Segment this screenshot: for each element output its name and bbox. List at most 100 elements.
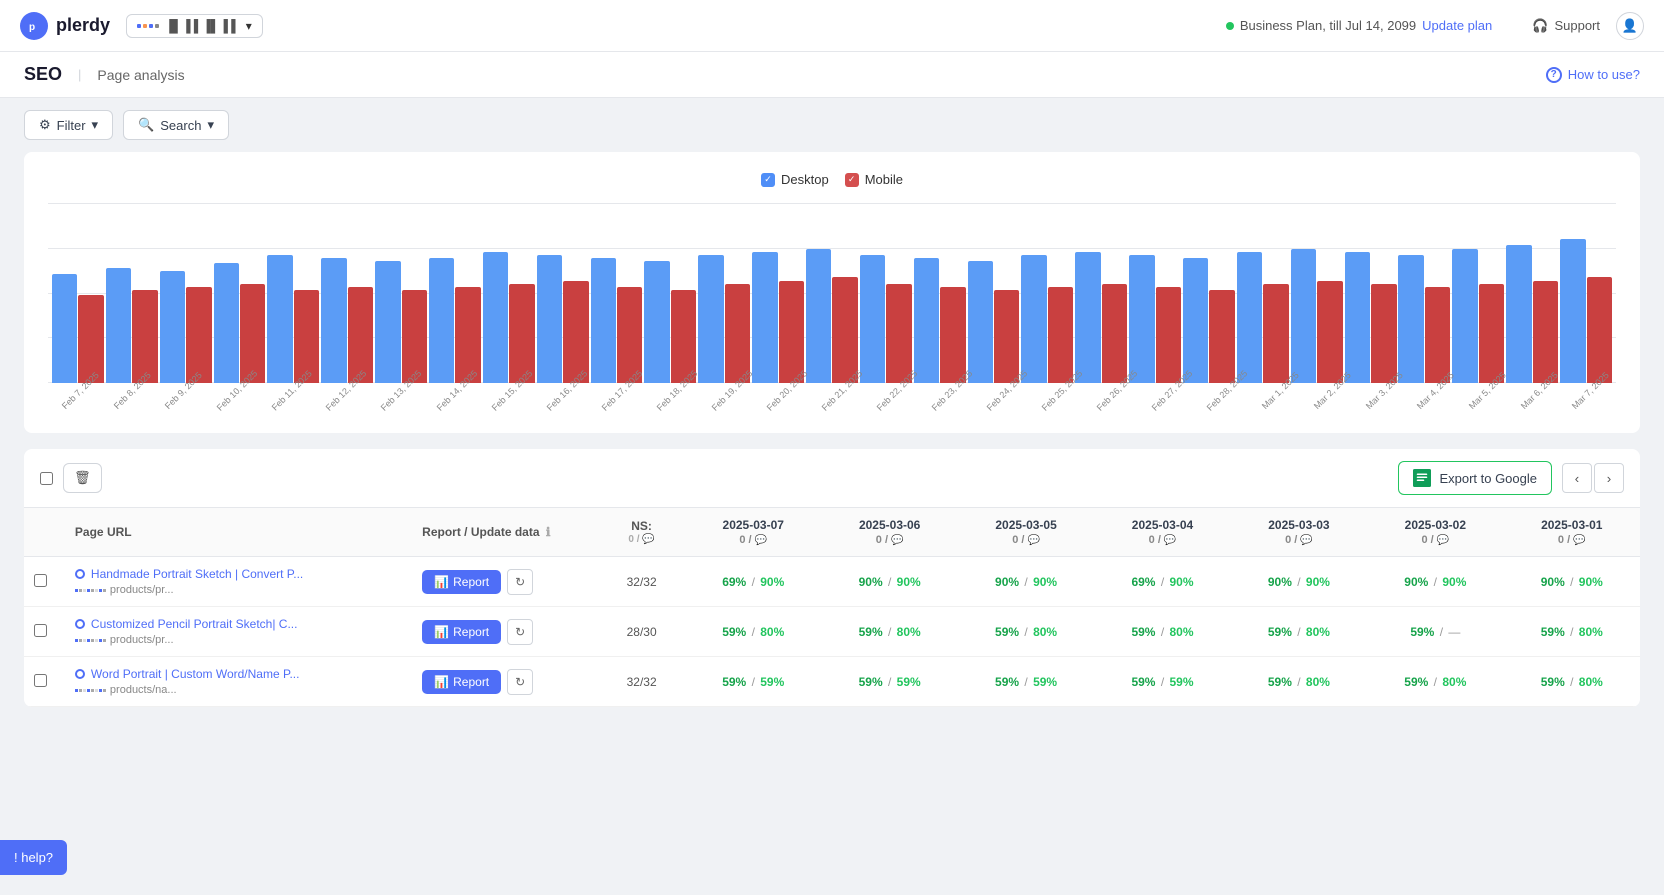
logo[interactable]: p plerdy <box>20 12 110 40</box>
next-page-button[interactable]: › <box>1594 463 1624 493</box>
chart-legend: ✓ Desktop ✓ Mobile <box>48 172 1616 187</box>
date-sub: 0 / 💬 <box>1149 534 1177 546</box>
url-link[interactable]: Handmade Portrait Sketch | Convert P... <box>91 567 303 581</box>
bar-mobile <box>1102 284 1127 383</box>
page-header: SEO | Page analysis ? How to use? <box>0 52 1664 98</box>
legend-mobile: ✓ Mobile <box>845 172 903 187</box>
bar-mobile <box>779 281 804 383</box>
bar-group <box>1183 258 1235 383</box>
score-b: 80% <box>1306 625 1330 639</box>
update-plan-link[interactable]: Update plan <box>1422 18 1492 33</box>
filter-button[interactable]: ⚙ Filter ▾ <box>24 110 113 140</box>
row-checkbox[interactable] <box>34 624 47 637</box>
filter-chevron-icon: ▾ <box>92 117 99 133</box>
how-to-use-link[interactable]: ? How to use? <box>1546 67 1640 83</box>
refresh-button[interactable]: ↻ <box>507 569 533 595</box>
col-checkbox <box>24 508 65 557</box>
refresh-button[interactable]: ↻ <box>507 669 533 695</box>
bar-mobile <box>1479 284 1504 383</box>
bar-desktop <box>591 258 616 383</box>
row-ns-cell: 32/32 <box>598 557 685 607</box>
url-path: products/na... <box>75 684 402 696</box>
bar-group <box>106 268 158 383</box>
url-link[interactable]: Word Portrait | Custom Word/Name P... <box>91 667 300 681</box>
legend-desktop-label: Desktop <box>781 172 829 187</box>
report-button[interactable]: 📊 Report <box>422 670 501 694</box>
row-checkbox[interactable] <box>34 574 47 587</box>
table-container: 🗑 Export to Google ‹ › Page URL Report /… <box>24 449 1640 707</box>
legend-mobile-label: Mobile <box>865 172 903 187</box>
bar-mobile <box>1425 287 1450 383</box>
refresh-button[interactable]: ↻ <box>507 619 533 645</box>
thumb-pixel <box>99 589 102 592</box>
score-b: 80% <box>1579 675 1603 689</box>
bar-desktop <box>860 255 885 383</box>
export-google-button[interactable]: Export to Google <box>1398 461 1552 495</box>
thumb-pixel <box>99 639 102 642</box>
score-a: 59% <box>1131 625 1155 639</box>
thumb-pixel <box>95 689 98 692</box>
score-a: 59% <box>1404 675 1428 689</box>
score-b: 59% <box>1170 675 1194 689</box>
col-date-header: 2025-03-07 0 / 💬 <box>685 508 821 557</box>
trash-icon: 🗑 <box>74 470 91 485</box>
row-score-cell: 59% / 80% <box>958 607 1094 657</box>
bar-desktop <box>537 255 562 383</box>
bar-group <box>1237 252 1289 383</box>
prev-page-button[interactable]: ‹ <box>1562 463 1592 493</box>
row-report-cell: 📊 Report ↻ <box>412 607 598 657</box>
plan-status-dot <box>1226 22 1234 30</box>
row-url-cell: Customized Pencil Portrait Sketch| C... … <box>65 607 412 657</box>
bar-group <box>644 261 696 383</box>
bar-desktop <box>1237 252 1262 383</box>
search-icon: 🔍 <box>138 117 154 133</box>
row-checkbox[interactable] <box>34 674 47 687</box>
search-button[interactable]: 🔍 Search ▾ <box>123 110 229 140</box>
bar-desktop <box>1183 258 1208 383</box>
select-all-checkbox[interactable] <box>40 472 53 485</box>
bar-group <box>1398 255 1450 383</box>
score-b: 90% <box>1306 575 1330 589</box>
site-selector[interactable]: ▐▌▐ ▌▐▌▐ ▌ ▾ <box>126 14 263 38</box>
nav-right: 🎧 Support 👤 <box>1532 12 1644 40</box>
bar-desktop <box>483 252 508 383</box>
bar-mobile <box>1263 284 1288 383</box>
bar-mobile <box>832 277 857 383</box>
url-link[interactable]: Customized Pencil Portrait Sketch| C... <box>91 617 298 631</box>
row-report-cell: 📊 Report ↻ <box>412 557 598 607</box>
support-button[interactable]: 🎧 Support <box>1532 18 1600 34</box>
score-a: 59% <box>995 675 1019 689</box>
chart-icon: 📊 <box>434 625 449 639</box>
thumb-pixel <box>91 589 94 592</box>
page-analysis-label: Page analysis <box>97 67 184 83</box>
chart-icon: 📊 <box>434 675 449 689</box>
row-score-cell: 59% / 80% <box>1367 657 1503 707</box>
col-date-header: 2025-03-05 0 / 💬 <box>958 508 1094 557</box>
score-b: 90% <box>760 575 784 589</box>
bar-group <box>968 261 1020 383</box>
score-b: 59% <box>1033 675 1057 689</box>
table-row: Word Portrait | Custom Word/Name P... pr… <box>24 657 1640 707</box>
user-avatar-button[interactable]: 👤 <box>1616 12 1644 40</box>
row-score-cell: 59% / 80% <box>1094 607 1230 657</box>
row-checkbox-cell <box>24 657 65 707</box>
report-button[interactable]: 📊 Report <box>422 620 501 644</box>
bar-group <box>914 258 966 383</box>
bar-group <box>1291 249 1343 383</box>
thumb-pixel <box>87 689 90 692</box>
date-sub: 0 / 💬 <box>1012 534 1040 546</box>
date-label: 2025-03-04 <box>1132 518 1193 532</box>
bar-desktop <box>1291 249 1316 383</box>
report-button[interactable]: 📊 Report <box>422 570 501 594</box>
comment-icon: 💬 <box>1164 535 1176 546</box>
delete-button[interactable]: 🗑 <box>63 463 102 493</box>
user-icon: 👤 <box>1622 18 1638 34</box>
bar-group <box>537 255 589 383</box>
bar-group <box>860 255 912 383</box>
row-score-cell: 90% / 90% <box>821 557 957 607</box>
help-button[interactable]: ! help? <box>0 840 67 875</box>
row-url-cell: Word Portrait | Custom Word/Name P... pr… <box>65 657 412 707</box>
score-a: 90% <box>995 575 1019 589</box>
export-google-label: Export to Google <box>1439 471 1537 486</box>
score-b: 90% <box>1442 575 1466 589</box>
